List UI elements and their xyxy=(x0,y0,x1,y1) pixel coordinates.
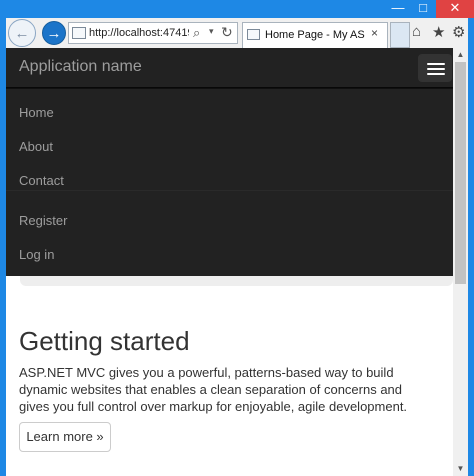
learn-more-button[interactable]: Learn more » xyxy=(19,422,111,452)
gear-icon[interactable]: ⚙ xyxy=(452,23,465,41)
forward-button[interactable]: → xyxy=(42,21,66,45)
minimize-button[interactable]: — xyxy=(385,0,411,18)
nav-item-login[interactable]: Log in xyxy=(19,247,54,262)
menu-divider xyxy=(6,190,453,191)
address-text[interactable]: http://localhost:47419 xyxy=(89,27,189,39)
hamburger-icon xyxy=(427,68,445,70)
vertical-scrollbar[interactable]: ▲ ▼ xyxy=(453,48,468,476)
page-heading: Getting started xyxy=(19,326,190,356)
tab-close-icon[interactable]: × xyxy=(371,26,378,40)
nav-item-contact[interactable]: Contact xyxy=(19,173,64,188)
browser-toolbar: ← → http://localhost:47419 ⌕ ▾ ↻ Home Pa… xyxy=(6,18,468,48)
page-viewport: Application name Home About Contact Regi… xyxy=(6,48,468,476)
nav-item-home[interactable]: Home xyxy=(19,105,54,120)
hamburger-icon xyxy=(427,73,445,75)
browser-window: — □ ✕ ← → http://localhost:47419 ⌕ ▾ ↻ H… xyxy=(0,0,474,476)
nav-item-about[interactable]: About xyxy=(19,139,53,154)
search-icon[interactable]: ⌕ xyxy=(193,25,200,41)
hamburger-icon xyxy=(427,63,445,65)
nav-item-register[interactable]: Register xyxy=(19,213,67,228)
new-tab-button[interactable] xyxy=(390,22,410,48)
back-button[interactable]: ← xyxy=(8,19,36,47)
tab-home-page[interactable]: Home Page - My ASP.... × xyxy=(242,22,388,48)
jumbotron-edge xyxy=(20,276,453,286)
nav-menu: Home About Contact Register Log in xyxy=(6,88,453,276)
page-icon xyxy=(72,27,86,39)
title-bar: — □ ✕ xyxy=(0,0,474,18)
intro-paragraph: ASP.NET MVC gives you a powerful, patter… xyxy=(19,365,408,414)
tab-page-icon xyxy=(247,29,260,40)
brand-link[interactable]: Application name xyxy=(19,58,142,76)
refresh-icon[interactable]: ↻ xyxy=(221,24,233,41)
tab-title: Home Page - My ASP.... xyxy=(265,29,365,41)
forward-arrow-icon: → xyxy=(46,24,62,42)
scroll-up-icon[interactable]: ▲ xyxy=(453,48,468,62)
home-icon[interactable]: ⌂ xyxy=(412,23,421,40)
favorites-star-icon[interactable]: ★ xyxy=(432,23,445,41)
scroll-down-icon[interactable]: ▼ xyxy=(453,462,468,476)
menu-toggle-button[interactable] xyxy=(418,54,452,82)
dropdown-icon[interactable]: ▾ xyxy=(209,26,214,37)
scroll-thumb[interactable] xyxy=(455,62,466,284)
maximize-button[interactable]: □ xyxy=(410,0,436,18)
close-window-button[interactable]: ✕ xyxy=(436,0,474,18)
site-navbar: Application name xyxy=(6,48,453,88)
address-bar[interactable]: http://localhost:47419 ⌕ ▾ ↻ xyxy=(68,22,238,44)
back-arrow-icon: ← xyxy=(14,24,30,42)
